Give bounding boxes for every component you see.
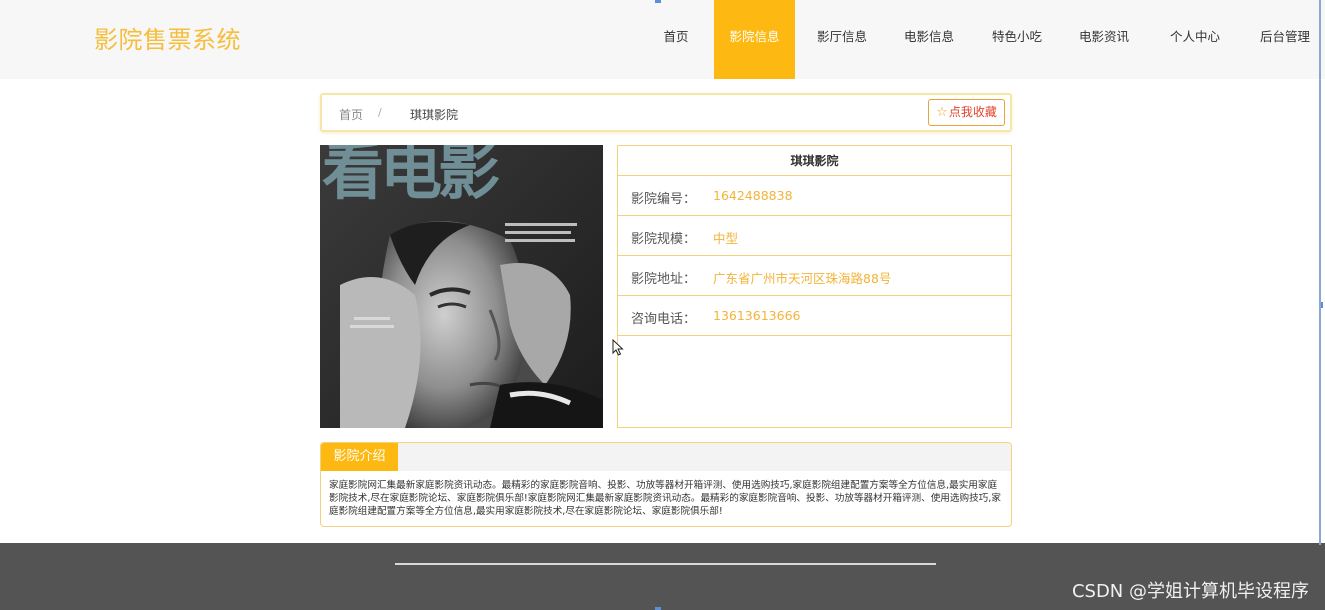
mouse-cursor-icon	[612, 339, 624, 356]
cinema-name: 琪琪影院	[618, 146, 1011, 176]
detail-value: 广东省广州市天河区珠海路88号	[713, 271, 892, 286]
detail-row-phone: 咨询电话： 13613613666	[618, 296, 1011, 336]
intro-tab[interactable]: 影院介绍	[321, 443, 398, 471]
nav-item-home[interactable]: 首页	[650, 0, 702, 79]
detail-label: 影院编号：	[631, 192, 697, 207]
nav-item-admin[interactable]: 后台管理	[1254, 0, 1316, 79]
window-edge	[1319, 0, 1321, 545]
watermark: CSDN @学姐计算机毕设程序	[1071, 581, 1309, 602]
selection-handle	[655, 0, 661, 3]
breadcrumb-home-link[interactable]: 首页	[339, 106, 363, 123]
breadcrumb-current: 琪琪影院	[410, 108, 459, 122]
breadcrumb-separator: /	[378, 106, 382, 119]
star-icon: ☆	[936, 105, 948, 120]
page: 影院售票系统 首页 影院信息 影厅信息 电影信息 特色小吃 电影资讯 个人中心 …	[0, 0, 1325, 610]
nav-item-cinema-info[interactable]: 影院信息	[714, 0, 795, 79]
footer-divider	[395, 563, 936, 565]
main-nav: 首页 影院信息 影厅信息 电影信息 特色小吃 电影资讯 个人中心 后台管理	[0, 0, 1325, 79]
poster-artwork: 看电影	[320, 145, 603, 428]
cinema-detail-table: 琪琪影院 影院编号： 1642488838 影院规模： 中型 影院地址： 广东省…	[617, 145, 1012, 428]
detail-value: 1642488838	[713, 188, 793, 203]
favorite-button-label: 点我收藏	[948, 105, 997, 119]
cinema-poster-image: 看电影	[320, 145, 603, 428]
breadcrumb: 首页 / 琪琪影院 ☆点我收藏	[320, 93, 1012, 132]
poster-headline: 看电影	[322, 145, 500, 208]
nav-item-movie-info[interactable]: 电影信息	[899, 0, 959, 79]
nav-item-user-center[interactable]: 个人中心	[1164, 0, 1226, 79]
cinema-intro-panel: 影院介绍 家庭影院网汇集最新家庭影院资讯动态。最精彩的家庭影院音响、投影、功放等…	[320, 442, 1012, 527]
nav-item-hall-info[interactable]: 影厅信息	[812, 0, 872, 79]
detail-label: 影院地址：	[631, 272, 697, 287]
favorite-button[interactable]: ☆点我收藏	[928, 99, 1005, 126]
detail-value: 中型	[713, 231, 739, 246]
detail-row-id: 影院编号： 1642488838	[618, 176, 1011, 216]
nav-item-snacks[interactable]: 特色小吃	[986, 0, 1048, 79]
intro-text: 家庭影院网汇集最新家庭影院资讯动态。最精彩的家庭影院音响、投影、功放等器材开箱评…	[329, 480, 1001, 518]
detail-row-address: 影院地址： 广东省广州市天河区珠海路88号	[618, 256, 1011, 296]
nav-item-movie-news[interactable]: 电影资讯	[1074, 0, 1134, 79]
header: 影院售票系统 首页 影院信息 影厅信息 电影信息 特色小吃 电影资讯 个人中心 …	[0, 0, 1325, 79]
detail-row-scale: 影院规模： 中型	[618, 216, 1011, 256]
detail-label: 咨询电话：	[631, 312, 697, 327]
footer: CSDN @学姐计算机毕设程序	[0, 543, 1325, 610]
detail-value: 13613613666	[713, 308, 801, 323]
detail-label: 影院规模：	[631, 232, 697, 247]
intro-header: 影院介绍	[321, 443, 1011, 471]
